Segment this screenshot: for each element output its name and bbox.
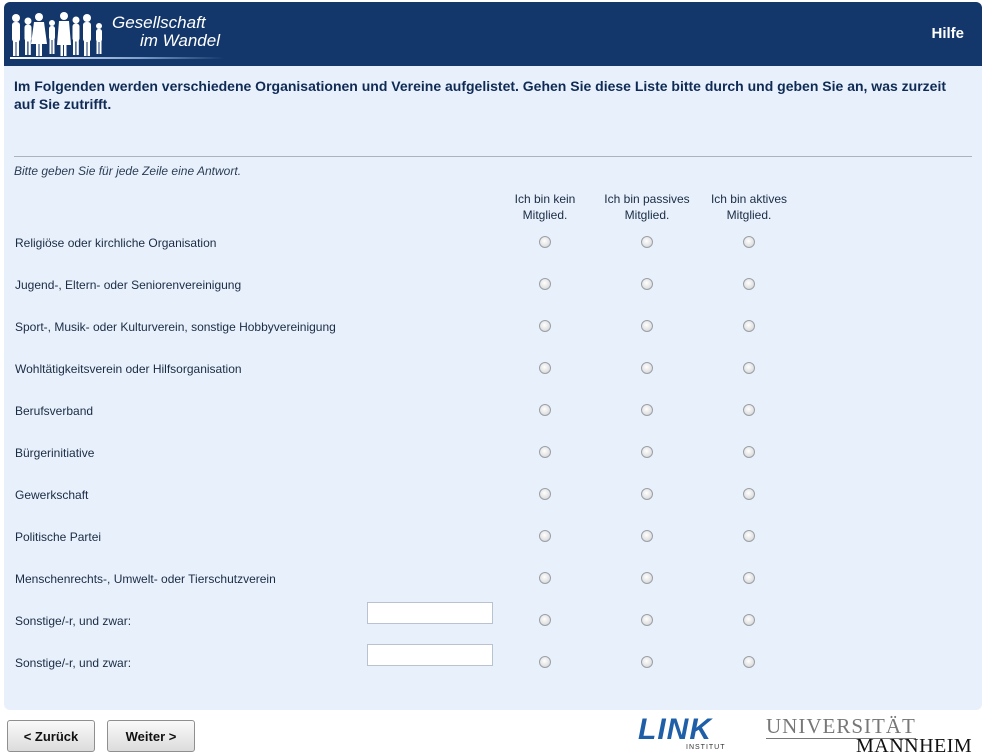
radio-not-member[interactable]	[539, 404, 551, 416]
row-label: Wohltätigkeitsverein oder Hilfsorganisat…	[15, 362, 242, 376]
radio-active-member[interactable]	[743, 530, 755, 542]
logo-underline	[10, 57, 224, 59]
next-button[interactable]: Weiter >	[107, 720, 195, 752]
column-header-line1: Ich bin passives	[604, 192, 690, 206]
radio-not-member[interactable]	[539, 614, 551, 626]
radio-passive-member[interactable]	[641, 530, 653, 542]
table-row: Menschenrechts-, Umwelt- oder Tierschutz…	[4, 572, 982, 614]
link-logo-subtext: INSTITUT	[686, 744, 726, 751]
radio-not-member[interactable]	[539, 278, 551, 290]
column-header-line1: Ich bin aktives	[710, 192, 788, 206]
gesellschaft-im-wandel-logo: Gesellschaft im Wandel	[4, 2, 244, 66]
radio-passive-member[interactable]	[641, 614, 653, 626]
header-bar: Gesellschaft im Wandel Hilfe	[4, 2, 982, 66]
radio-not-member[interactable]	[539, 530, 551, 542]
row-label: Sonstige/-r, und zwar:	[15, 614, 132, 628]
radio-not-member[interactable]	[539, 236, 551, 248]
radio-not-member[interactable]	[539, 446, 551, 458]
column-header-line2: Mitglied.	[522, 208, 568, 222]
row-label: Bürgerinitiative	[15, 446, 95, 460]
radio-active-member[interactable]	[743, 656, 755, 668]
radio-passive-member[interactable]	[641, 404, 653, 416]
instruction-text: Bitte geben Sie für jede Zeile eine Antw…	[14, 164, 242, 178]
link-logo-text: LINK	[638, 713, 712, 746]
radio-active-member[interactable]	[743, 362, 755, 374]
table-row: Sonstige/-r, und zwar:	[4, 644, 982, 698]
radio-passive-member[interactable]	[641, 236, 653, 248]
column-header-not-member: Ich bin kein Mitglied.	[490, 191, 600, 223]
radio-active-member[interactable]	[743, 404, 755, 416]
logo-title-line1: Gesellschaft	[112, 13, 206, 32]
radio-active-member[interactable]	[743, 488, 755, 500]
radio-passive-member[interactable]	[641, 446, 653, 458]
table-row: Sonstige/-r, und zwar:	[4, 602, 982, 656]
divider	[14, 156, 972, 157]
radio-passive-member[interactable]	[641, 656, 653, 668]
radio-not-member[interactable]	[539, 320, 551, 332]
radio-passive-member[interactable]	[641, 278, 653, 290]
radio-active-member[interactable]	[743, 614, 755, 626]
radio-not-member[interactable]	[539, 572, 551, 584]
row-label: Menschenrechts-, Umwelt- oder Tierschutz…	[15, 572, 276, 586]
uni-logo-line2: MANNHEIM	[856, 735, 973, 756]
link-institut-logo: LINK INSTITUT	[636, 714, 732, 754]
row-label: Gewerkschaft	[15, 488, 89, 502]
logo-title-line2: im Wandel	[140, 31, 220, 50]
table-row: Politische Partei	[4, 530, 982, 572]
table-row: Wohltätigkeitsverein oder Hilfsorganisat…	[4, 362, 982, 404]
table-row: Bürgerinitiative	[4, 446, 982, 488]
radio-active-member[interactable]	[743, 320, 755, 332]
back-button[interactable]: < Zurück	[7, 720, 95, 752]
radio-not-member[interactable]	[539, 656, 551, 668]
logo-text: Gesellschaft im Wandel	[112, 14, 220, 50]
table-row: Religiöse oder kirchliche Organisation	[4, 236, 982, 278]
column-header-active-member: Ich bin aktives Mitglied.	[694, 191, 804, 223]
radio-not-member[interactable]	[539, 362, 551, 374]
radio-active-member[interactable]	[743, 446, 755, 458]
row-label: Sonstige/-r, und zwar:	[15, 656, 132, 670]
radio-active-member[interactable]	[743, 572, 755, 584]
table-row: Gewerkschaft	[4, 488, 982, 530]
radio-not-member[interactable]	[539, 488, 551, 500]
radio-active-member[interactable]	[743, 278, 755, 290]
table-row: Jugend-, Eltern- oder Seniorenvereinigun…	[4, 278, 982, 320]
table-row: Berufsverband	[4, 404, 982, 446]
help-link[interactable]: Hilfe	[931, 25, 964, 42]
other-organisation-input[interactable]	[367, 602, 493, 624]
radio-active-member[interactable]	[743, 236, 755, 248]
row-label: Sport-, Musik- oder Kulturverein, sonsti…	[15, 320, 336, 334]
people-silhouettes-icon	[12, 12, 102, 56]
table-row: Sport-, Musik- oder Kulturverein, sonsti…	[4, 320, 982, 362]
other-organisation-input[interactable]	[367, 644, 493, 666]
row-label: Religiöse oder kirchliche Organisation	[15, 236, 217, 250]
question-text: Im Folgenden werden verschiedene Organis…	[14, 78, 946, 112]
radio-passive-member[interactable]	[641, 362, 653, 374]
radio-passive-member[interactable]	[641, 488, 653, 500]
radio-passive-member[interactable]	[641, 572, 653, 584]
universitaet-mannheim-logo: UNIVERSITÄT MANNHEIM	[766, 714, 973, 756]
row-label: Berufsverband	[15, 404, 94, 418]
row-label: Politische Partei	[15, 530, 102, 544]
radio-passive-member[interactable]	[641, 320, 653, 332]
column-header-passive-member: Ich bin passives Mitglied.	[592, 191, 702, 223]
column-header-line2: Mitglied.	[624, 208, 670, 222]
row-label: Jugend-, Eltern- oder Seniorenvereinigun…	[15, 278, 242, 292]
survey-panel: Gesellschaft im Wandel Hilfe Im Folgende…	[4, 2, 982, 710]
column-header-line1: Ich bin kein	[514, 192, 576, 206]
column-header-line2: Mitglied.	[726, 208, 772, 222]
